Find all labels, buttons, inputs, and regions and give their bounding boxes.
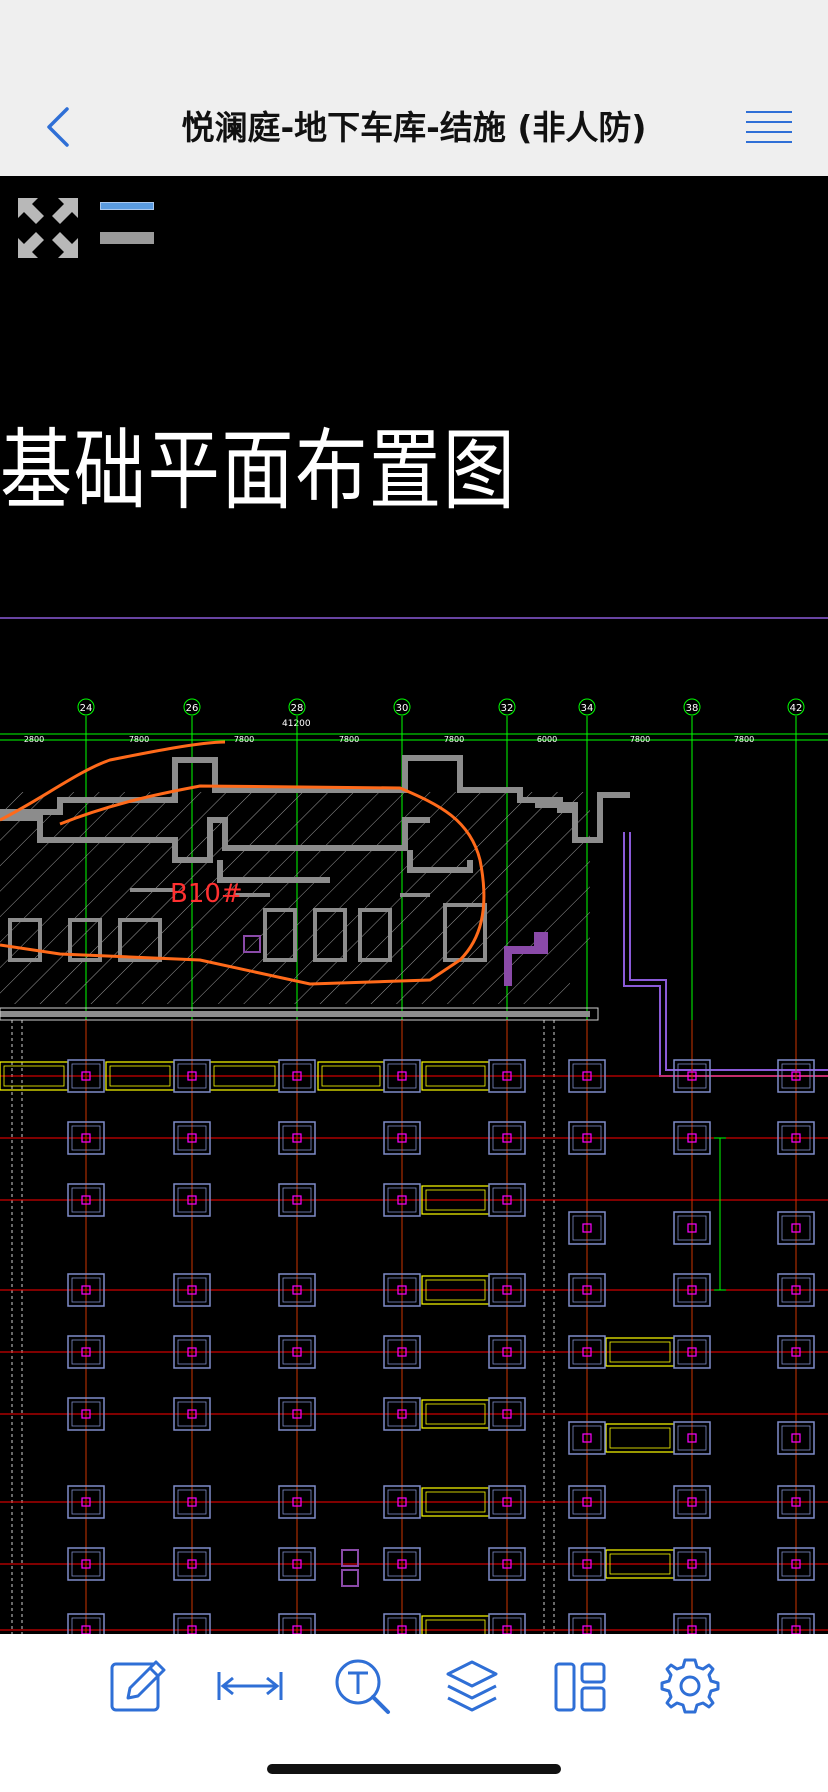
drawing-canvas[interactable]: 41200 2800 7800 7800 7800 7800 6000 7800 7800 2… [0,176,828,1634]
layers-button[interactable] [432,1646,512,1726]
fullscreen-button[interactable] [16,196,80,260]
gear-icon [660,1658,720,1714]
layout-panels-icon [554,1662,606,1712]
measure-distance-icon [217,1672,283,1700]
total-dimension: 41200 [282,719,311,729]
status-bar [0,0,828,80]
legend-markers [341,1549,359,1587]
layout-panels-button[interactable] [540,1646,620,1726]
back-button[interactable] [34,104,80,150]
hatched-basement-area [0,792,590,1004]
text-search-icon [335,1659,390,1714]
measure-button[interactable] [210,1646,290,1726]
annotate-button[interactable] [98,1646,178,1726]
cad-drawing: 41200 2800 7800 7800 7800 7800 6000 7800 7800 2… [0,617,828,1634]
chevron-left-icon [47,107,69,147]
dimension-label: 6000 [537,735,557,744]
split-layout-icon [100,202,154,210]
hamburger-menu-icon [746,111,792,143]
block-label: B10# [170,879,243,909]
tie-beam [605,1423,675,1453]
grid-axis-label: 34 [581,703,594,714]
text-search-button[interactable] [322,1646,402,1726]
drawing-title: 基础平面布置图 [0,419,517,522]
foundation-border [0,1007,599,1634]
menu-button[interactable] [744,106,794,150]
dimension-label: 7800 [339,735,359,744]
canvas-overlay-controls [16,196,158,262]
grid-axis-label: 32 [501,703,514,714]
pencil-edit-icon [110,1660,166,1712]
dimension-label: 7800 [129,735,149,744]
bottom-toolbar [0,1634,828,1792]
grid-axis-label: 28 [291,703,304,714]
split-layout-button[interactable] [100,202,156,246]
dimension-label: 7800 [630,735,650,744]
dimension-label: 7800 [234,735,254,744]
dimension-label: 2800 [24,735,44,744]
grid-axis-label: 26 [186,703,199,714]
tie-beam [421,1615,490,1634]
grid-axis-label: 24 [80,703,93,714]
navigation-bar: 悦澜庭-地下车库-结施 (非人防) [0,80,828,177]
grid-axis-label: 30 [396,703,409,714]
grid-axis-label: 42 [790,703,803,714]
settings-button[interactable] [650,1646,730,1726]
page-title: 悦澜庭-地下车库-结施 (非人防) [181,108,647,147]
dimension-label: 7800 [734,735,754,744]
dimension-label: 7800 [444,735,464,744]
home-indicator [267,1764,561,1774]
expand-arrows-icon [18,198,78,258]
grid-axis-label: 38 [686,703,699,714]
layers-icon [446,1660,498,1712]
